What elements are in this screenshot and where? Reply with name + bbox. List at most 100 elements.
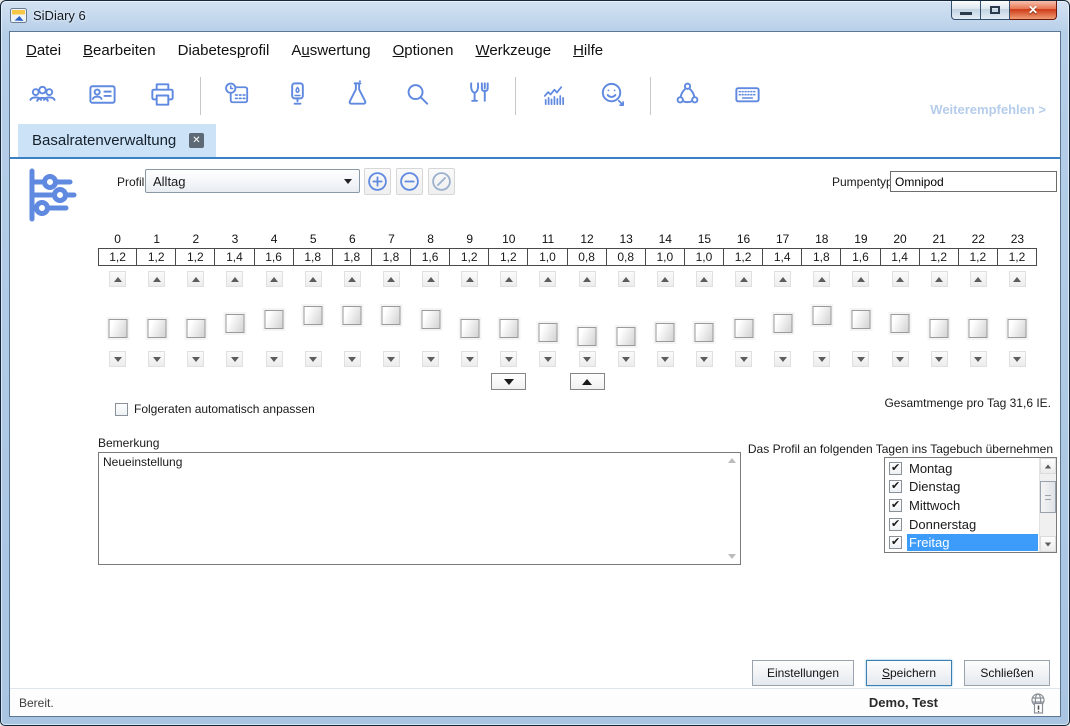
menu-item-werkzeuge[interactable]: Werkzeuge bbox=[464, 42, 562, 59]
hour-11-increase-button[interactable] bbox=[539, 271, 556, 287]
calendar-clock-toolbar-button[interactable] bbox=[215, 74, 259, 118]
hour-20-decrease-button[interactable] bbox=[892, 351, 909, 367]
hour-17-increase-button[interactable] bbox=[774, 271, 791, 287]
hour-18-increase-button[interactable] bbox=[813, 271, 830, 287]
slider-thumb[interactable] bbox=[421, 310, 440, 329]
hour-15-slider[interactable] bbox=[685, 292, 724, 349]
slider-thumb[interactable] bbox=[225, 314, 244, 333]
hour-10-increase-button[interactable] bbox=[500, 271, 517, 287]
scrollbar-thumb[interactable] bbox=[1040, 481, 1056, 513]
hour-21-slider[interactable] bbox=[920, 292, 959, 349]
day-item-mittwoch[interactable]: Mittwoch bbox=[886, 496, 1038, 515]
slider-thumb[interactable] bbox=[578, 327, 597, 346]
hour-19-slider[interactable] bbox=[841, 292, 880, 349]
remark-textarea[interactable]: Neueinstellung bbox=[98, 452, 741, 565]
slider-thumb[interactable] bbox=[891, 314, 910, 333]
slider-thumb[interactable] bbox=[499, 319, 518, 338]
users-group-toolbar-button[interactable] bbox=[20, 74, 64, 118]
lab-flask-toolbar-button[interactable] bbox=[335, 74, 379, 118]
day-item-donnerstag[interactable]: Donnerstag bbox=[886, 515, 1038, 534]
close-window-button[interactable]: ✕ bbox=[1010, 1, 1057, 20]
hour-12-decrease-button[interactable] bbox=[579, 351, 596, 367]
slider-thumb[interactable] bbox=[969, 319, 988, 338]
day-item-montag[interactable]: Montag bbox=[886, 459, 1038, 478]
hour-8-increase-button[interactable] bbox=[422, 271, 439, 287]
settings-button[interactable]: Einstellungen bbox=[752, 660, 854, 686]
hour-4-slider[interactable] bbox=[255, 292, 294, 349]
hour-3-decrease-button[interactable] bbox=[226, 351, 243, 367]
hour-8-decrease-button[interactable] bbox=[422, 351, 439, 367]
slider-thumb[interactable] bbox=[108, 319, 127, 338]
slider-thumb[interactable] bbox=[734, 319, 753, 338]
hour-9-increase-button[interactable] bbox=[461, 271, 478, 287]
hour-23-slider[interactable] bbox=[998, 292, 1037, 349]
day-checkbox[interactable] bbox=[889, 480, 902, 493]
hour-9-slider[interactable] bbox=[450, 292, 489, 349]
recommend-link[interactable]: Weiterempfehlen > bbox=[930, 102, 1046, 117]
hour-1-increase-button[interactable] bbox=[148, 271, 165, 287]
hour-20-increase-button[interactable] bbox=[892, 271, 909, 287]
maximize-button[interactable] bbox=[981, 1, 1010, 20]
minimize-button[interactable] bbox=[951, 1, 981, 20]
hour-13-decrease-button[interactable] bbox=[618, 351, 635, 367]
day-checkbox[interactable] bbox=[889, 518, 902, 531]
hour-16-decrease-button[interactable] bbox=[735, 351, 752, 367]
hour-7-increase-button[interactable] bbox=[383, 271, 400, 287]
profile-select[interactable]: Alltag bbox=[145, 169, 360, 193]
hour-22-slider[interactable] bbox=[959, 292, 998, 349]
hour-5-increase-button[interactable] bbox=[305, 271, 322, 287]
hour-23-decrease-button[interactable] bbox=[1009, 351, 1026, 367]
hour-4-decrease-button[interactable] bbox=[266, 351, 283, 367]
hour-22-decrease-button[interactable] bbox=[970, 351, 987, 367]
tab-basalratenverwaltung[interactable]: Basalratenverwaltung ✕ bbox=[18, 124, 216, 157]
slider-thumb[interactable] bbox=[656, 323, 675, 342]
hour-0-decrease-button[interactable] bbox=[109, 351, 126, 367]
day-checkbox[interactable] bbox=[889, 536, 902, 549]
search-toolbar-button[interactable] bbox=[395, 74, 439, 118]
day-item-freitag[interactable]: Freitag bbox=[886, 533, 1038, 552]
bulk-shift-up-button[interactable] bbox=[570, 373, 605, 390]
hour-21-decrease-button[interactable] bbox=[931, 351, 948, 367]
hour-18-decrease-button[interactable] bbox=[813, 351, 830, 367]
hour-15-increase-button[interactable] bbox=[696, 271, 713, 287]
bulk-shift-down-button[interactable] bbox=[491, 373, 526, 390]
menu-item-bearbeiten[interactable]: Bearbeiten bbox=[72, 42, 167, 59]
slider-thumb[interactable] bbox=[265, 310, 284, 329]
day-checkbox[interactable] bbox=[889, 499, 902, 512]
menu-item-diabetesprofil[interactable]: Diabetesprofil bbox=[167, 42, 281, 59]
glucose-meter-toolbar-button[interactable] bbox=[275, 74, 319, 118]
hour-3-slider[interactable] bbox=[215, 292, 254, 349]
hour-7-slider[interactable] bbox=[372, 292, 411, 349]
hour-11-decrease-button[interactable] bbox=[539, 351, 556, 367]
menu-item-optionen[interactable]: Optionen bbox=[382, 42, 465, 59]
hour-0-slider[interactable] bbox=[98, 292, 137, 349]
hour-6-decrease-button[interactable] bbox=[344, 351, 361, 367]
slider-thumb[interactable] bbox=[186, 319, 205, 338]
slider-thumb[interactable] bbox=[460, 319, 479, 338]
hour-16-slider[interactable] bbox=[724, 292, 763, 349]
scroll-down-icon[interactable] bbox=[728, 554, 736, 559]
smiley-feedback-toolbar-button[interactable] bbox=[590, 74, 634, 118]
hour-14-slider[interactable] bbox=[646, 292, 685, 349]
close-button[interactable]: Schließen bbox=[964, 660, 1050, 686]
hour-19-increase-button[interactable] bbox=[852, 271, 869, 287]
hour-11-slider[interactable] bbox=[528, 292, 567, 349]
slider-thumb[interactable] bbox=[538, 323, 557, 342]
tab-close-icon[interactable]: ✕ bbox=[189, 133, 204, 148]
hour-5-decrease-button[interactable] bbox=[305, 351, 322, 367]
hour-13-increase-button[interactable] bbox=[618, 271, 635, 287]
slider-thumb[interactable] bbox=[343, 306, 362, 325]
food-drink-toolbar-button[interactable] bbox=[455, 74, 499, 118]
hour-8-slider[interactable] bbox=[411, 292, 450, 349]
edit-profile-button[interactable] bbox=[428, 168, 455, 195]
hour-5-slider[interactable] bbox=[294, 292, 333, 349]
menu-item-hilfe[interactable]: Hilfe bbox=[562, 42, 614, 59]
save-button[interactable]: Speichern bbox=[866, 660, 952, 686]
hour-6-increase-button[interactable] bbox=[344, 271, 361, 287]
slider-thumb[interactable] bbox=[812, 306, 831, 325]
hour-1-decrease-button[interactable] bbox=[148, 351, 165, 367]
hour-14-increase-button[interactable] bbox=[657, 271, 674, 287]
pump-type-input[interactable] bbox=[890, 171, 1057, 192]
hour-16-increase-button[interactable] bbox=[735, 271, 752, 287]
keyboard-toolbar-button[interactable] bbox=[725, 74, 769, 118]
